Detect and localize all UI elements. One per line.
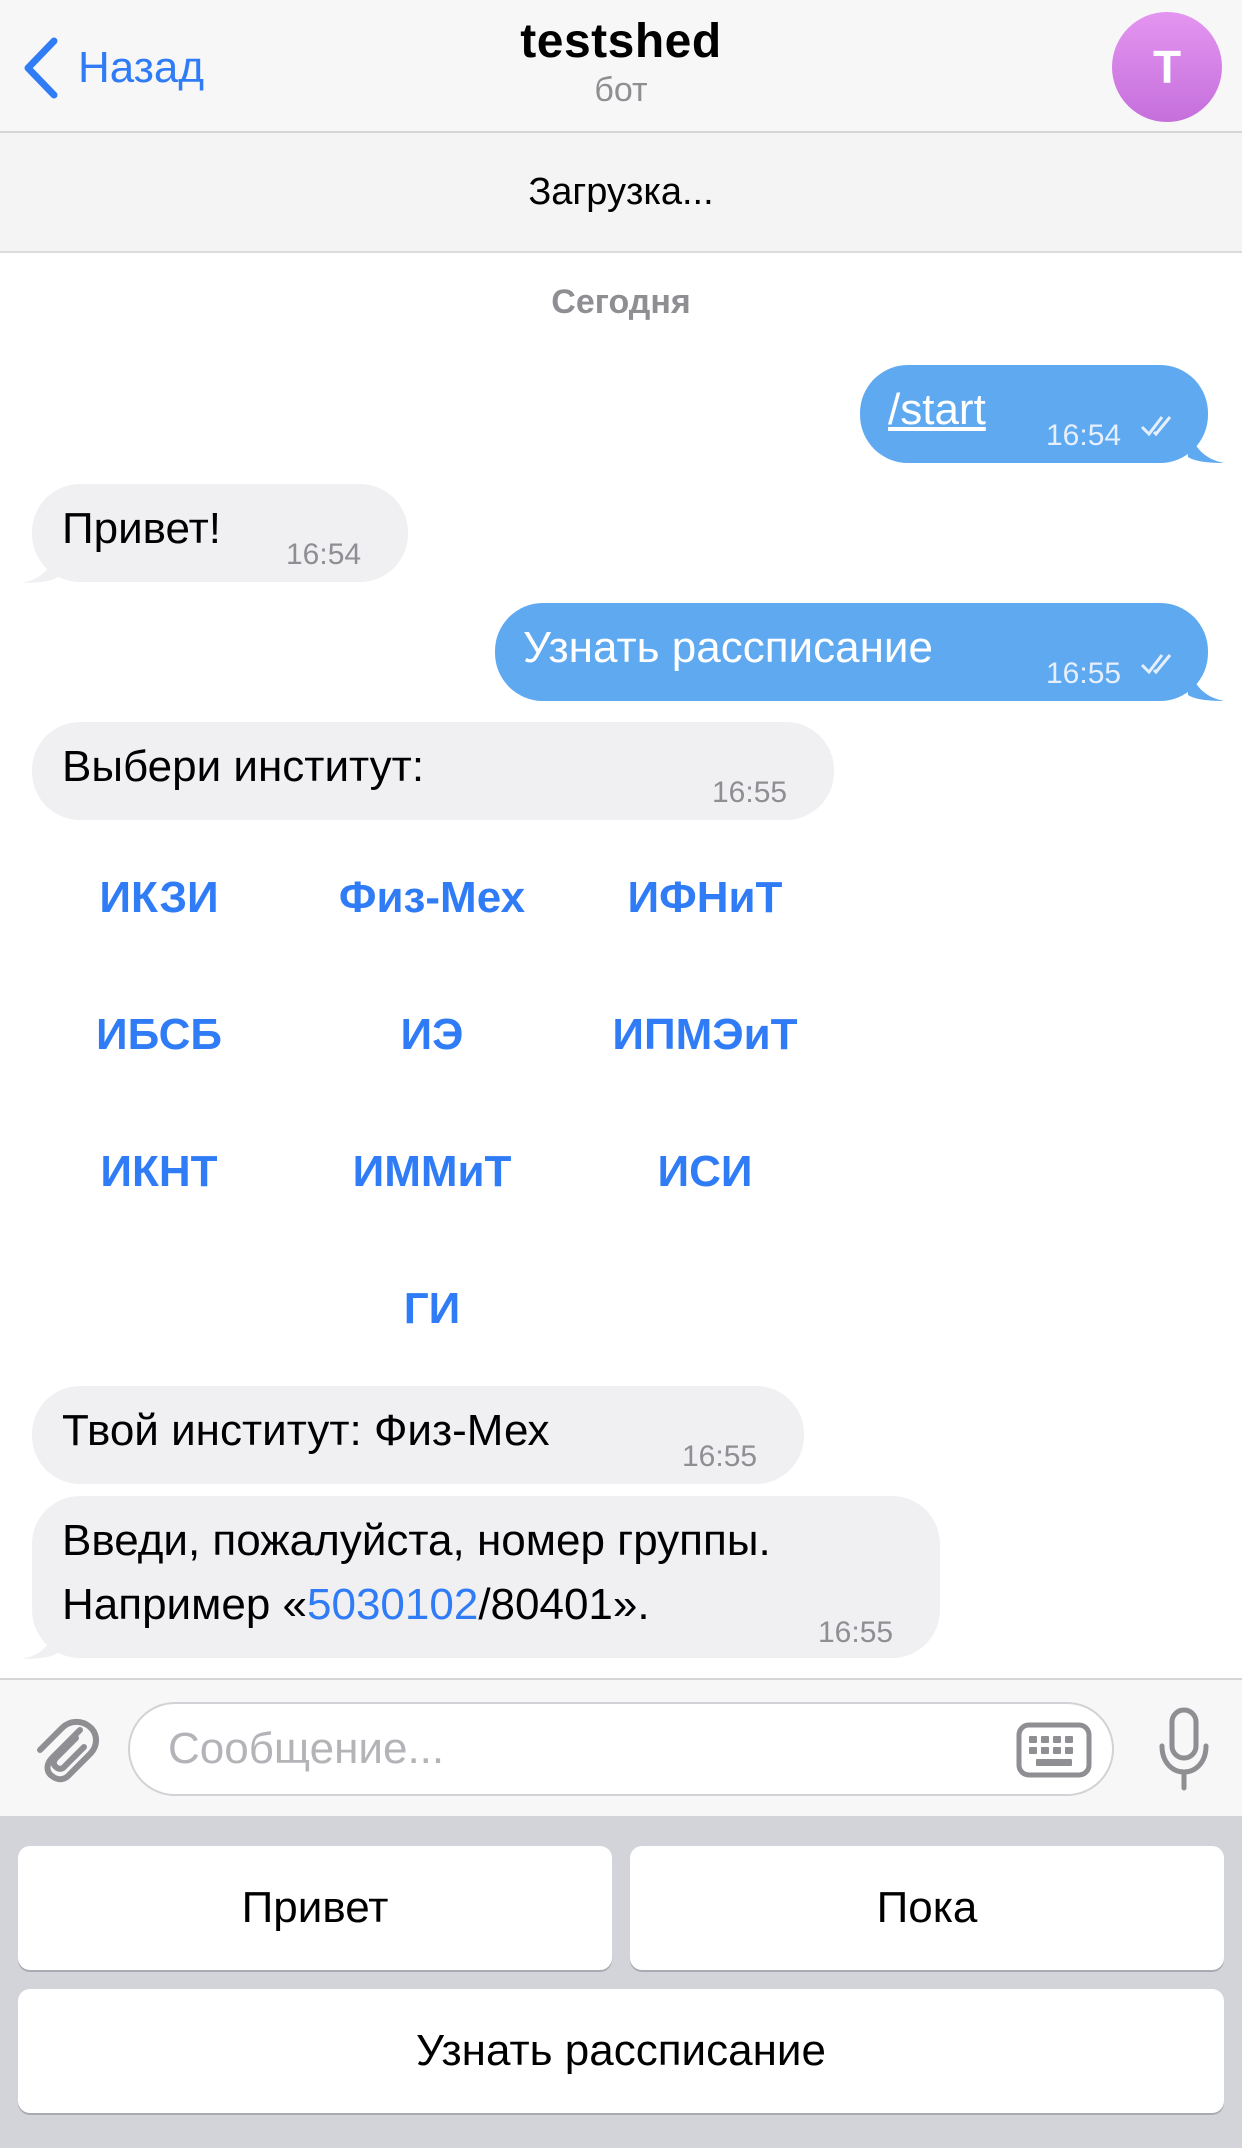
message-time: 16:55 bbox=[818, 1616, 894, 1649]
chat-subtitle: бот bbox=[594, 71, 648, 109]
message-link[interactable]: 5030102 bbox=[307, 1580, 478, 1629]
double-check-icon bbox=[1140, 654, 1172, 675]
bubble-tail bbox=[1188, 423, 1224, 463]
avatar[interactable]: T bbox=[1112, 12, 1222, 122]
inline-button-ie[interactable]: ИЭ bbox=[297, 985, 567, 1085]
message-input-bar bbox=[0, 1678, 1242, 1816]
message-text-suffix: /80401». bbox=[478, 1580, 650, 1629]
message-text: Выбери институт: bbox=[62, 742, 425, 791]
message-text-line1: Введи, пожалуйста, номер группы. bbox=[62, 1516, 771, 1565]
message-text[interactable]: /start bbox=[888, 383, 986, 437]
message-time: 16:54 bbox=[1046, 419, 1122, 452]
message-time: 16:55 bbox=[1046, 657, 1122, 690]
message-time: 16:55 bbox=[712, 776, 788, 809]
message-incoming[interactable]: Выбери институт: 16:55 bbox=[32, 722, 834, 820]
message-incoming[interactable]: Введи, пожалуйста, номер группы. Наприме… bbox=[32, 1496, 940, 1658]
reply-button-poka[interactable]: Пока bbox=[630, 1846, 1224, 1970]
paperclip-icon[interactable] bbox=[28, 1708, 100, 1788]
message-text: Привет! bbox=[62, 504, 221, 553]
message-outgoing[interactable]: Узнать рассписание 16:55 bbox=[495, 603, 1208, 701]
message-input[interactable] bbox=[168, 1704, 1008, 1794]
message-incoming[interactable]: Твой институт: Физ-Мех 16:55 bbox=[32, 1386, 804, 1484]
inline-button-ipmeit[interactable]: ИПМЭиТ bbox=[570, 985, 840, 1085]
keyboard-icon[interactable] bbox=[1016, 1722, 1092, 1778]
reply-keyboard: Привет Пока Узнать рассписание bbox=[0, 1816, 1242, 2148]
inline-button-ikzi[interactable]: ИКЗИ bbox=[24, 848, 294, 948]
inline-button-fizmeh[interactable]: Физ-Мех bbox=[297, 848, 567, 948]
loading-text: Загрузка... bbox=[528, 170, 714, 213]
message-text-line2: Например «5030102/80401». bbox=[62, 1578, 650, 1632]
message-incoming[interactable]: Привет! 16:54 bbox=[32, 484, 408, 582]
message-field[interactable] bbox=[128, 1702, 1114, 1796]
reply-button-schedule[interactable]: Узнать рассписание bbox=[18, 1989, 1224, 2113]
chat-title: testshed bbox=[520, 15, 722, 68]
inline-button-gi[interactable]: ГИ bbox=[297, 1259, 567, 1359]
inline-button-ibsb[interactable]: ИБСБ bbox=[24, 985, 294, 1085]
message-time: 16:54 bbox=[286, 538, 362, 571]
bubble-tail bbox=[1188, 661, 1224, 701]
inline-button-iknt[interactable]: ИКНТ bbox=[24, 1122, 294, 1222]
inline-button-ifnit[interactable]: ИФНиТ bbox=[570, 848, 840, 948]
chat-title-block[interactable]: testshed бот bbox=[0, 14, 1242, 110]
message-text-prefix: Например « bbox=[62, 1580, 308, 1629]
message-list[interactable]: Сегодня /start 16:54 Привет! 16:54 Узнат… bbox=[0, 253, 1242, 1678]
inline-button-isi[interactable]: ИСИ bbox=[570, 1122, 840, 1222]
reply-button-privet[interactable]: Привет bbox=[18, 1846, 612, 1970]
bubble-tail bbox=[22, 1619, 58, 1659]
inline-button-immit[interactable]: ИММиТ bbox=[297, 1122, 567, 1222]
chat-header: Назад testshed бот T bbox=[0, 0, 1242, 133]
message-text: Узнать рассписание bbox=[523, 623, 933, 672]
avatar-letter: T bbox=[1152, 41, 1182, 93]
microphone-icon[interactable] bbox=[1156, 1706, 1212, 1792]
bubble-tail bbox=[22, 543, 58, 583]
message-text: Твой институт: Физ-Мех bbox=[62, 1406, 550, 1455]
message-time: 16:55 bbox=[682, 1440, 758, 1473]
date-separator: Сегодня bbox=[551, 283, 691, 321]
message-outgoing[interactable]: /start 16:54 bbox=[860, 365, 1208, 463]
loading-banner: Загрузка... bbox=[0, 133, 1242, 253]
double-check-icon bbox=[1140, 416, 1172, 437]
